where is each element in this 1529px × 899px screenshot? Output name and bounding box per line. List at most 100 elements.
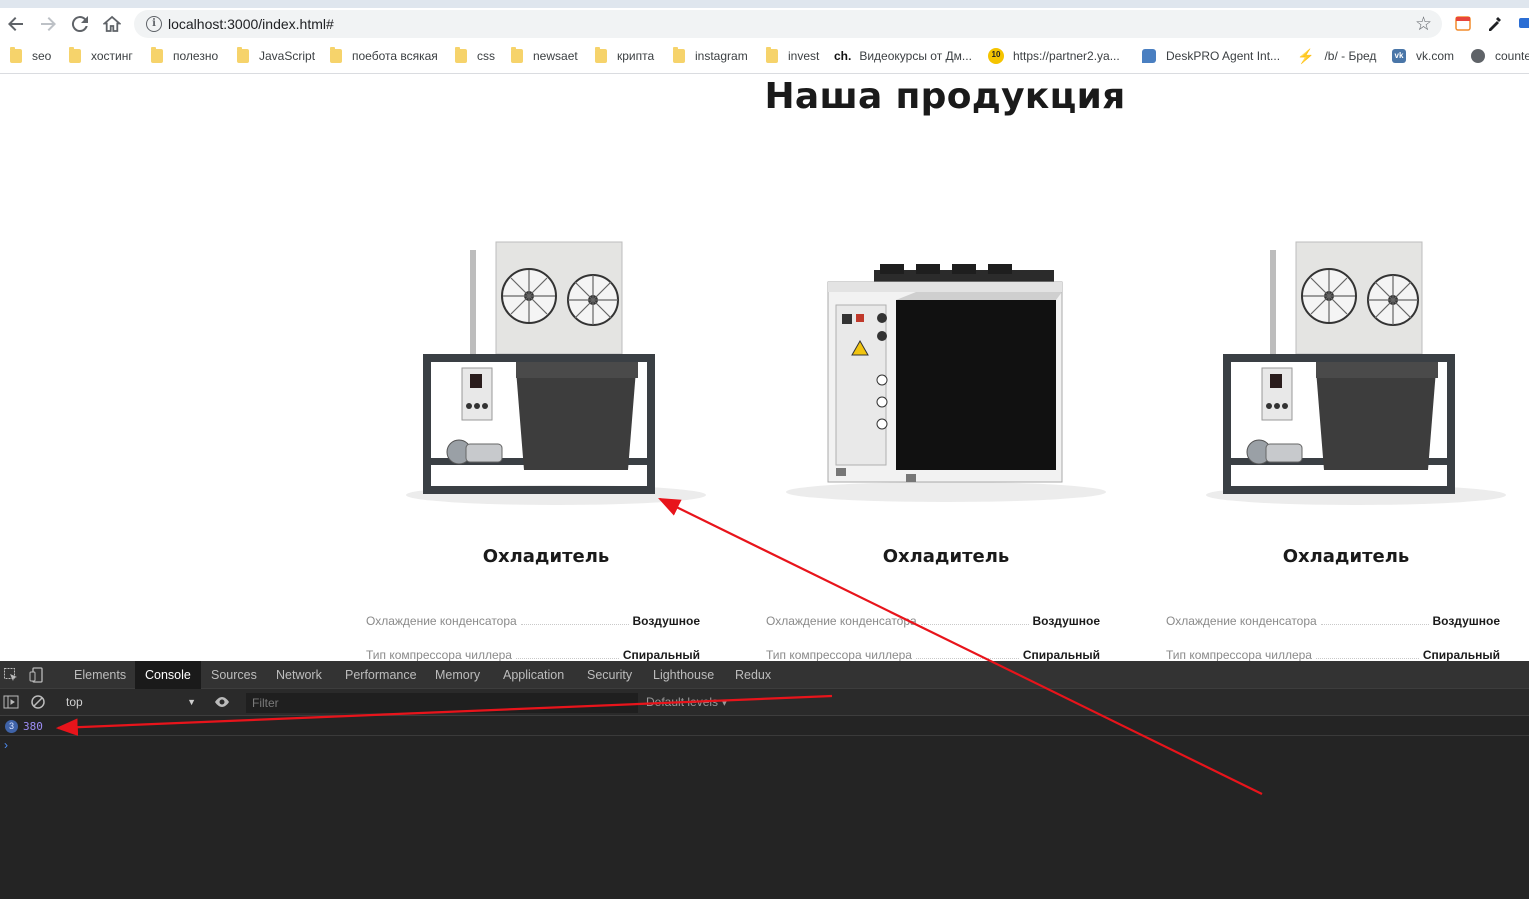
bookmark-item[interactable]: поебота всякая [330, 44, 438, 68]
bookmark-item[interactable]: invest [766, 44, 819, 68]
tab-memory[interactable]: Memory [425, 661, 490, 689]
bookmark-star-icon[interactable]: ☆ [1415, 13, 1432, 36]
console-log-value[interactable]: 380 [23, 720, 43, 733]
bookmark-item[interactable]: vk vk.com [1392, 44, 1454, 68]
bookmark-label: css [477, 49, 495, 63]
home-icon [103, 15, 121, 32]
address-bar[interactable]: i localhost:3000/index.html# ☆ [134, 10, 1442, 38]
folder-icon [69, 47, 81, 63]
window-titlebar [0, 0, 1529, 8]
console-log-row: 3 380 [0, 717, 1529, 736]
spec-label: Охлаждение конденсатора [366, 614, 517, 628]
bookmark-item[interactable]: полезно [151, 44, 218, 68]
spec-label: Охлаждение конденсатора [1166, 614, 1317, 628]
deskpro-icon [1142, 49, 1156, 63]
tab-security[interactable]: Security [577, 661, 642, 689]
extension-blue-icon[interactable] [1518, 14, 1529, 32]
spec-dots [1320, 624, 1429, 625]
context-value: top [66, 695, 83, 709]
dropdown-arrow-icon: ▼ [187, 697, 196, 707]
bookmark-item[interactable]: ⚡ /b/ - Бред [1297, 44, 1376, 68]
reload-icon [71, 16, 88, 33]
tab-network[interactable]: Network [266, 661, 332, 689]
bookmark-label: invest [788, 49, 820, 63]
spec-value: Спиральный [1422, 648, 1500, 662]
extension-calendar-icon[interactable] [1454, 14, 1472, 32]
clear-console-icon[interactable] [30, 694, 46, 710]
inspect-element-icon[interactable] [3, 667, 19, 683]
bookmark-label: DeskPRO Agent Int... [1166, 49, 1281, 63]
bookmark-item[interactable]: css [455, 44, 495, 68]
console-filter-input[interactable]: Filter [246, 693, 638, 713]
bookmark-item[interactable]: counte [1471, 44, 1529, 68]
bookmark-label: counte [1495, 49, 1529, 63]
chiller-box-image [786, 264, 1106, 502]
tab-sources[interactable]: Sources [201, 661, 267, 689]
bookmark-item[interactable]: newsaet [511, 44, 578, 68]
bookmark-label: newsaet [533, 49, 578, 63]
spec-label: Тип компрессора чиллера [366, 648, 512, 662]
back-button[interactable] [4, 12, 28, 36]
bookmark-item[interactable]: seo [10, 44, 51, 68]
spec-row: Тип компрессора чиллера Спиральный [766, 648, 1100, 662]
extension-eyedropper-icon[interactable] [1486, 14, 1504, 32]
bookmark-label: /b/ - Бред [1324, 49, 1377, 63]
bookmark-item[interactable]: ch. Видеокурсы от Дм... [834, 44, 972, 68]
spec-dots [915, 658, 1019, 659]
bookmark-label: JavaScript [259, 49, 316, 63]
folder-icon [10, 47, 22, 63]
tab-console[interactable]: Console [135, 661, 201, 689]
home-button[interactable] [100, 12, 124, 36]
folder-icon [673, 47, 685, 63]
bookmark-item[interactable]: instagram [673, 44, 748, 68]
devtools-tabbar: Elements Console Sources Network Perform… [0, 661, 1529, 689]
sidebar-toggle-icon[interactable] [3, 694, 19, 710]
bolt-icon: ⚡ [1297, 47, 1315, 64]
tab-redux[interactable]: Redux [725, 661, 781, 689]
tab-lighthouse[interactable]: Lighthouse [643, 661, 724, 689]
spec-row: Тип компрессора чиллера Спиральный [1166, 648, 1500, 662]
url-text: localhost:3000/index.html# [168, 16, 334, 32]
product-title: Охладитель [1282, 546, 1410, 567]
page-title: Наша продукция [764, 76, 1126, 117]
bookmark-item[interactable]: хостинг [69, 44, 133, 68]
devtools-panel: Elements Console Sources Network Perform… [0, 661, 1529, 899]
bookmark-label: полезно [173, 49, 219, 63]
tab-elements[interactable]: Elements [64, 661, 136, 689]
bookmark-label: vk.com [1416, 49, 1455, 63]
ch-icon: ch. [834, 49, 852, 63]
spec-row: Тип компрессора чиллера Спиральный [366, 648, 700, 662]
chiller-frame-image [406, 241, 706, 505]
forward-button[interactable] [36, 12, 60, 36]
eye-icon[interactable] [214, 694, 230, 710]
bookmark-label: поебота всякая [352, 49, 438, 63]
arrow-left-icon [8, 17, 23, 31]
device-toolbar-icon[interactable] [29, 667, 45, 683]
spec-value: Воздушное [632, 614, 701, 628]
repeat-count-badge: 3 [5, 720, 18, 733]
bookmark-label: крипта [617, 49, 655, 63]
bookmark-item[interactable]: крипта [595, 44, 654, 68]
spec-dots [1315, 658, 1419, 659]
bookmark-label: https://partner2.ya... [1013, 49, 1120, 63]
info-icon[interactable]: i [146, 16, 162, 32]
tab-performance[interactable]: Performance [335, 661, 427, 689]
bookmark-label: instagram [695, 49, 748, 63]
bookmark-item[interactable]: 10 https://partner2.ya... [988, 44, 1120, 68]
console-prompt[interactable]: › [4, 738, 8, 752]
chiller-frame-image [1206, 241, 1506, 505]
folder-icon [595, 47, 607, 63]
spec-dots [920, 624, 1029, 625]
spec-dots [515, 658, 619, 659]
context-select[interactable]: top ▼ [58, 693, 200, 712]
bookmark-item[interactable]: JavaScript [237, 44, 315, 68]
folder-icon [237, 47, 249, 63]
bookmark-item[interactable]: DeskPRO Agent Int... [1142, 44, 1280, 68]
spec-row: Охлаждение конденсатора Воздушное [1166, 614, 1500, 628]
reload-button[interactable] [68, 12, 92, 36]
bookmark-label: Видеокурсы от Дм... [859, 49, 972, 63]
spec-dots [520, 624, 629, 625]
log-levels-dropdown[interactable]: Default levels ▾ [646, 695, 727, 709]
folder-icon [330, 47, 342, 63]
tab-application[interactable]: Application [493, 661, 574, 689]
